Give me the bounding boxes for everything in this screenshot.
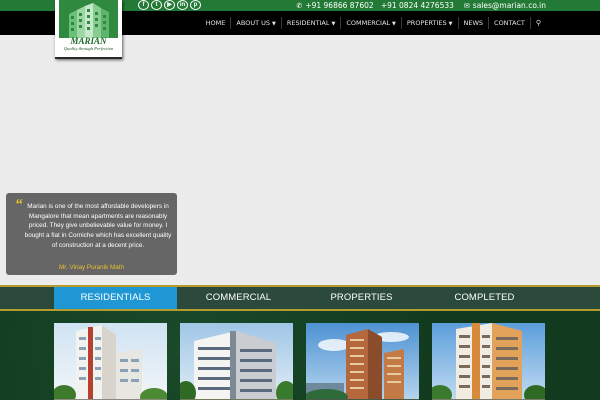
email-info: ✉ sales@marian.co.in	[464, 1, 546, 10]
nav-label: PROPERTIES	[406, 19, 447, 27]
building-image	[54, 323, 167, 400]
nav-home[interactable]: HOME	[201, 17, 231, 29]
email-link[interactable]: sales@marian.co.in	[473, 1, 546, 10]
building-image	[306, 323, 419, 400]
nav-label: HOME	[205, 19, 226, 27]
nav-label: CONTACT	[494, 19, 525, 27]
linkedin-icon[interactable]: in	[177, 0, 188, 10]
nav-news[interactable]: NEWS	[457, 17, 489, 29]
phone-icon: ✆	[296, 2, 303, 10]
twitter-icon[interactable]: t	[151, 0, 162, 10]
search-icon[interactable]: ⚲	[529, 17, 546, 29]
nav-contact[interactable]: CONTACT	[488, 17, 530, 29]
project-card[interactable]	[306, 323, 419, 400]
nav-commercial[interactable]: COMMERCIAL ▼	[340, 17, 401, 29]
nav-about-us[interactable]: ABOUT US ▼	[230, 17, 280, 29]
phone-1[interactable]: +91 96866 87602	[305, 1, 373, 10]
nav-label: ABOUT US	[236, 19, 270, 27]
nav-label: NEWS	[463, 19, 484, 27]
nav-properties[interactable]: PROPERTIES ▼	[400, 17, 458, 29]
phone-2[interactable]: +91 0824 4276533	[381, 1, 454, 10]
social-links: f t ▶ in p	[138, 0, 201, 11]
caret-down-icon: ▼	[392, 21, 396, 27]
phone-numbers: ✆ +91 96866 87602 +91 0824 4276533	[296, 1, 453, 10]
nav-residential[interactable]: RESIDENTIAL ▼	[280, 17, 340, 29]
project-card[interactable]	[180, 323, 293, 400]
caret-down-icon: ▼	[272, 21, 276, 27]
tab-completed[interactable]: COMPLETED	[423, 287, 546, 309]
projects-section	[0, 311, 600, 400]
caret-down-icon: ▼	[448, 21, 453, 27]
envelope-icon: ✉	[463, 2, 470, 10]
testimonial-author: Mr. Vinay Puranik Math	[59, 264, 124, 271]
testimonial-text: Marian is one of the most affordable dev…	[24, 203, 172, 249]
nav-label: COMMERCIAL	[346, 19, 391, 27]
testimonial-box: “ Marian is one of the most affordable d…	[6, 193, 177, 275]
project-tabs: RESIDENTIALS COMMERCIAL PROPERTIES COMPL…	[54, 287, 546, 309]
facebook-icon[interactable]: f	[138, 0, 149, 10]
project-cards	[54, 323, 545, 400]
project-card[interactable]	[432, 323, 545, 400]
quote-icon: “	[15, 197, 23, 213]
main-nav: HOME ABOUT US ▼ RESIDENTIAL ▼ COMMERCIAL ▼ …	[201, 11, 546, 35]
tab-properties[interactable]: PROPERTIES	[300, 287, 423, 309]
tab-residentials[interactable]: RESIDENTIALS	[54, 287, 177, 309]
project-tabs-band: RESIDENTIALS COMMERCIAL PROPERTIES COMPL…	[0, 285, 600, 311]
building-image	[432, 323, 545, 400]
logo-buildings-graphic	[59, 0, 118, 38]
nav-label: RESIDENTIAL	[286, 19, 330, 27]
tab-commercial[interactable]: COMMERCIAL	[177, 287, 300, 309]
caret-down-icon: ▼	[331, 21, 336, 27]
pinterest-icon[interactable]: p	[190, 0, 201, 10]
contact-info: ✆ +91 96866 87602 +91 0824 4276533 ✉ sales…	[296, 0, 546, 11]
building-image	[180, 323, 293, 400]
youtube-icon[interactable]: ▶	[164, 0, 175, 10]
project-card[interactable]	[54, 323, 167, 400]
